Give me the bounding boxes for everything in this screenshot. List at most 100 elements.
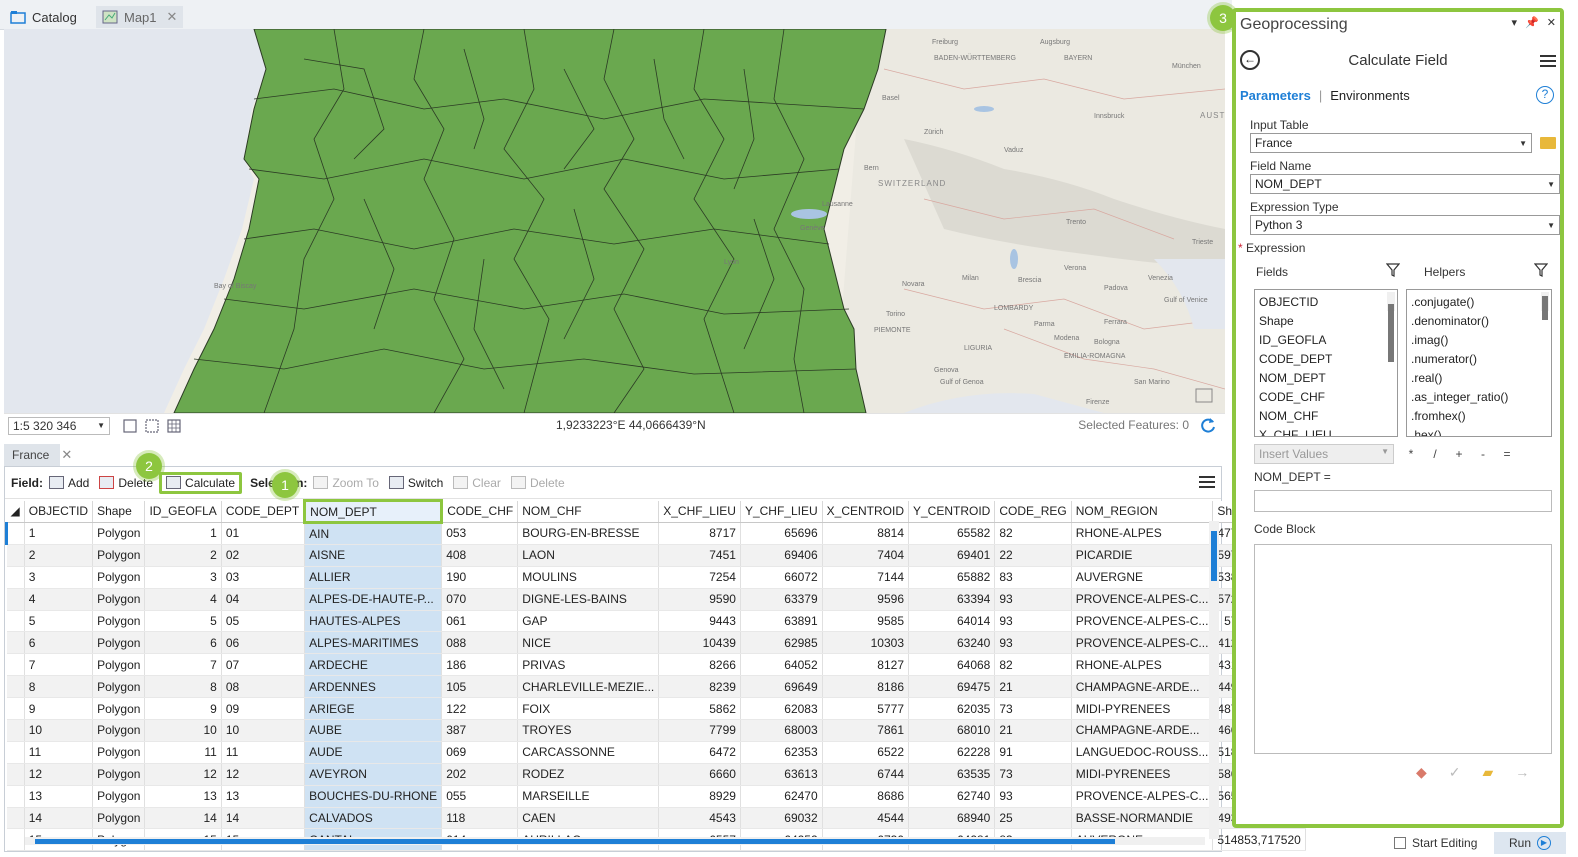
help-icon[interactable]: ? <box>1536 86 1554 104</box>
table-cell[interactable]: 69032 <box>740 807 823 830</box>
table-cell[interactable]: 6522 <box>822 741 910 764</box>
table-cell[interactable]: PICARDIE <box>1071 544 1214 567</box>
table-cell[interactable]: 8686 <box>822 785 910 808</box>
table-cell[interactable]: 7451 <box>658 544 741 567</box>
table-row[interactable]: 12 Polygon 12 12 AVEYRON 202 RODEZ 6660 63613 674… <box>6 763 1306 786</box>
refresh-icon[interactable] <box>1199 416 1217 434</box>
table-cell[interactable]: MIDI-PYRENEES <box>1071 697 1214 721</box>
listbox-scrollbar[interactable] <box>1541 292 1549 320</box>
table-cell[interactable]: ALLIER <box>304 566 443 589</box>
table-cell[interactable]: 12 <box>24 763 94 786</box>
table-cell[interactable]: MARSEILLE <box>517 785 660 808</box>
table-cell[interactable]: 5 <box>24 610 94 633</box>
filter-icon[interactable] <box>1386 263 1400 277</box>
table-cell[interactable]: 65882 <box>908 566 996 589</box>
table-cell[interactable]: 069 <box>441 741 519 764</box>
table-cell[interactable]: Polygon <box>92 544 146 567</box>
expression-type-dropdown[interactable]: Python 3 ▼ <box>1250 215 1560 235</box>
table-cell[interactable]: 82 <box>994 653 1072 677</box>
table-cell[interactable]: BASSE-NORMANDIE <box>1071 807 1214 830</box>
table-cell[interactable]: 63394 <box>908 588 996 611</box>
field-list-item[interactable]: X_CHF_LIEU <box>1259 426 1393 436</box>
table-row[interactable]: 6 Polygon 6 06 ALPES-MARITIMES 088 NICE 10439 62… <box>6 631 1306 655</box>
table-cell[interactable]: CHARLEVILLE-MEZIE... <box>517 675 660 699</box>
tab-environments[interactable]: Environments <box>1330 88 1409 103</box>
table-cell[interactable]: 7 <box>24 653 94 677</box>
table-cell[interactable]: 4544 <box>822 807 910 830</box>
dropdown-icon[interactable]: ▾ <box>1512 16 1518 29</box>
table-cell[interactable]: ALPES-DE-HAUTE-P... <box>304 588 443 611</box>
table-cell[interactable]: 5777 <box>822 697 910 721</box>
table-cell[interactable]: ALPES-MARITIMES <box>304 631 443 655</box>
menu-icon[interactable] <box>1540 54 1556 68</box>
column-header[interactable]: NOM_CHF <box>517 500 660 523</box>
close-icon[interactable]: ✕ <box>61 447 72 463</box>
table-cell[interactable]: 05 <box>221 610 306 633</box>
table-cell[interactable]: 66072 <box>740 566 823 589</box>
row-selector[interactable] <box>6 828 25 852</box>
column-header[interactable]: X_CENTROID <box>822 500 910 523</box>
table-cell[interactable]: 2 <box>144 544 222 567</box>
table-cell[interactable]: 93 <box>994 610 1072 633</box>
helper-list-item[interactable]: .numerator() <box>1411 350 1547 369</box>
table-cell[interactable]: 62985 <box>740 631 823 655</box>
helper-list-item[interactable]: .real() <box>1411 369 1547 388</box>
selected-features-count[interactable]: Selected Features: 0 <box>1078 418 1189 432</box>
row-selector[interactable] <box>6 807 25 830</box>
table-cell[interactable]: Polygon <box>92 675 146 699</box>
table-cell[interactable]: 63240 <box>908 631 996 655</box>
table-cell[interactable]: 62353 <box>740 741 823 764</box>
table-cell[interactable]: Polygon <box>92 631 146 655</box>
row-selector[interactable] <box>6 675 25 699</box>
table-cell[interactable]: 8239 <box>658 675 741 699</box>
table-cell[interactable]: CALVADOS <box>304 807 443 830</box>
table-cell[interactable]: 10439 <box>658 631 741 655</box>
table-cell[interactable]: Polygon <box>92 522 146 545</box>
row-selector[interactable] <box>6 785 25 808</box>
zoom-to-button[interactable]: Zoom To <box>309 472 382 494</box>
table-cell[interactable]: 202 <box>441 763 519 786</box>
table-row[interactable]: 14 Polygon 14 14 CALVADOS 118 CAEN 4543 69032 454… <box>6 807 1306 830</box>
field-list-item[interactable]: NOM_DEPT <box>1259 369 1393 388</box>
table-cell[interactable]: GAP <box>517 610 660 633</box>
table-cell[interactable]: 7404 <box>822 544 910 567</box>
table-cell[interactable]: 7 <box>144 653 222 677</box>
column-header[interactable]: ID_GEOFLA <box>144 500 222 523</box>
table-cell[interactable]: 6660 <box>658 763 741 786</box>
table-cell[interactable]: 62035 <box>908 697 996 721</box>
switch-selection-button[interactable]: Switch <box>385 472 447 494</box>
column-header[interactable]: Y_CENTROID <box>908 500 996 523</box>
table-cell[interactable]: 8 <box>144 675 222 699</box>
tab-parameters[interactable]: Parameters <box>1240 88 1311 103</box>
table-cell[interactable]: 6 <box>144 631 222 655</box>
close-icon[interactable]: ✕ <box>167 9 178 25</box>
helper-list-item[interactable]: .imag() <box>1411 331 1547 350</box>
table-cell[interactable]: FOIX <box>517 697 660 721</box>
column-header[interactable]: X_CHF_LIEU <box>658 500 741 523</box>
field-list-item[interactable]: CODE_CHF <box>1259 388 1393 407</box>
table-cell[interactable]: 91 <box>994 741 1072 764</box>
operator-multiply-button[interactable]: * <box>1404 447 1418 461</box>
calculate-field-button[interactable]: Calculate <box>159 471 243 494</box>
table-cell[interactable]: 6 <box>24 631 94 655</box>
column-header[interactable]: CODE_DEPT <box>221 500 306 523</box>
table-cell[interactable]: 69401 <box>908 544 996 567</box>
table-cell[interactable]: 04 <box>221 588 306 611</box>
field-list-item[interactable]: ID_GEOFLA <box>1259 331 1393 350</box>
table-cell[interactable]: 8127 <box>822 653 910 677</box>
table-cell[interactable]: 4543 <box>658 807 741 830</box>
table-cell[interactable]: ARIEGE <box>304 697 443 721</box>
table-cell[interactable]: PRIVAS <box>517 653 660 677</box>
table-cell[interactable]: 93 <box>994 631 1072 655</box>
open-folder-icon[interactable]: ▰ <box>1483 764 1494 781</box>
row-selector[interactable] <box>6 544 25 567</box>
table-cell[interactable]: Polygon <box>92 807 146 830</box>
table-cell[interactable]: BOUCHES-DU-RHONE <box>304 785 443 808</box>
table-cell[interactable]: 9443 <box>658 610 741 633</box>
table-cell[interactable]: 63535 <box>908 763 996 786</box>
table-cell[interactable]: PROVENCE-ALPES-C... <box>1071 785 1214 808</box>
fields-listbox[interactable]: OBJECTID Shape ID_GEOFLA CODE_DEPT NOM_DEPT C… <box>1254 289 1398 437</box>
table-row[interactable]: 10 Polygon 10 10 AUBE 387 TROYES 7799 68003 7861 6… <box>6 719 1306 742</box>
table-cell[interactable]: Polygon <box>92 785 146 808</box>
table-cell[interactable]: AUDE <box>304 741 443 764</box>
